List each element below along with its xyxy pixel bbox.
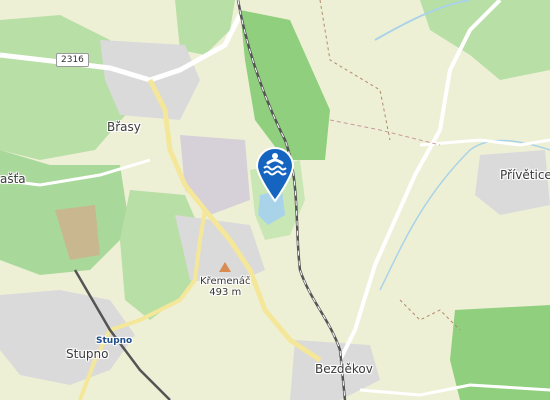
road-number-shield: 2316 <box>56 53 89 67</box>
peak-elevation: 493 m <box>209 287 242 298</box>
map-canvas[interactable]: Břasy ašťa Přívětice Křemenáč 493 m Stup… <box>0 0 550 400</box>
swimming-location-marker[interactable] <box>254 146 296 202</box>
place-label-stupno: Stupno <box>66 347 109 361</box>
peak-name: Křemenáč <box>200 276 251 287</box>
peak-label: Křemenáč 493 m <box>200 276 250 298</box>
place-label-privetice: Přívětice <box>500 168 550 182</box>
station-label-stupno: Stupno <box>96 336 133 346</box>
swimming-icon <box>255 147 295 202</box>
place-label-bezdekov: Bezděkov <box>315 362 373 376</box>
place-label-dasta: ašťa <box>0 172 26 186</box>
place-label-brasy: Břasy <box>107 120 141 134</box>
